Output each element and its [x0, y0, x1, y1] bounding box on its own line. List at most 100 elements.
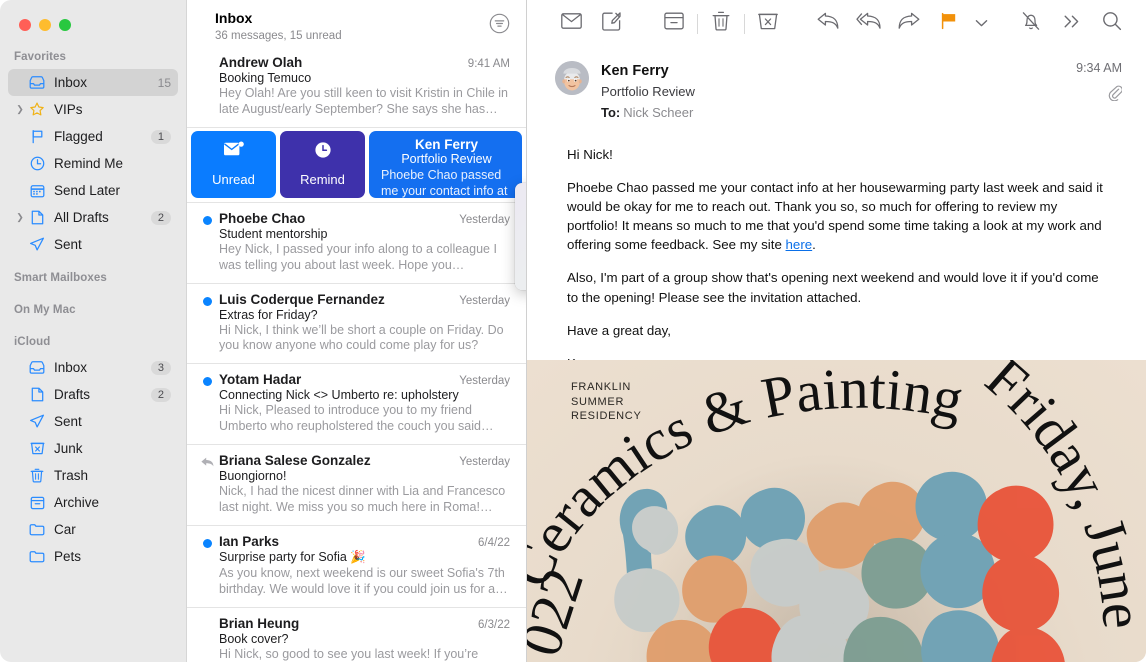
sidebar-item-flagged[interactable]: Flagged 1 — [8, 123, 178, 150]
sidebar-item-label: Sent — [54, 237, 82, 252]
swipe-action-label: Unread — [212, 172, 255, 188]
chevron-right-icon[interactable]: ❯ — [14, 213, 26, 222]
message-subject: Extras for Friday? — [219, 307, 318, 322]
forward-button[interactable] — [889, 9, 929, 39]
folder-icon — [27, 550, 47, 563]
list-item[interactable]: Luis Coderque Fernandez Yesterday Extras… — [187, 284, 526, 365]
sidebar-item-sent[interactable]: Sent — [8, 231, 178, 258]
message-list-pane: Inbox 36 messages, 15 unread Andrew Olah… — [186, 0, 527, 662]
delete-button[interactable] — [701, 9, 741, 39]
list-item[interactable]: Ian Parks 6/4/22 Surprise party for Sofi… — [187, 526, 526, 608]
sidebar-item-inbox[interactable]: Inbox 15 — [8, 69, 178, 96]
sidebar-item-label: Pets — [54, 549, 82, 564]
message-date: 9:41 AM — [467, 58, 510, 70]
swipe-action-unread[interactable]: Unread — [191, 130, 276, 198]
swipe-action-remind[interactable]: Remind — [280, 130, 365, 198]
list-item[interactable]: Brian Heung 6/3/22 Book cover? Hi Nick, … — [187, 608, 526, 662]
toolbar — [527, 0, 1146, 47]
trash-icon — [712, 11, 730, 36]
list-item-swiped[interactable]: Unread Remind Ken Ferry Portfolio Review… — [187, 128, 526, 203]
sidebar-item-label: Send Later — [54, 183, 121, 198]
sidebar-item-label: VIPs — [54, 102, 83, 117]
sidebar-item-pets[interactable]: Pets — [8, 543, 178, 570]
sidebar-item-car[interactable]: Car — [8, 516, 178, 543]
sidebar-item-label: Car — [54, 522, 76, 537]
remind-me-context-menu[interactable]: Remind me in 1 hour Remind me Tonight Re… — [515, 183, 526, 290]
compose-button[interactable] — [591, 9, 631, 39]
minimize-button[interactable] — [39, 19, 51, 31]
flag-button[interactable] — [929, 9, 969, 39]
chevron-down-icon — [975, 15, 988, 33]
filter-icon[interactable] — [489, 13, 510, 39]
zoom-button[interactable] — [59, 19, 71, 31]
sidebar-item-count: 2 — [150, 387, 171, 402]
message-date: 6/3/22 — [478, 618, 510, 631]
message-date: 6/4/22 — [478, 536, 510, 549]
flag-menu-button[interactable] — [969, 9, 993, 39]
sidebar-item-icloud-inbox[interactable]: Inbox 3 — [8, 354, 178, 381]
message-preview: As you know, next weekend is our sweet S… — [219, 565, 508, 596]
menu-item-remind-tomorrow[interactable]: Remind me Tomorrow — [515, 236, 526, 260]
list-item[interactable]: Yotam Hadar Yesterday Connecting Nick <>… — [187, 364, 526, 445]
traffic-lights — [0, 0, 186, 46]
unread-indicator — [203, 215, 212, 225]
message-subject: Booking Temuco — [219, 71, 312, 85]
sidebar-item-vips[interactable]: ❯ VIPs — [8, 96, 178, 123]
sidebar: Favorites Inbox 15 ❯ VIPs Flagged 1 Remi… — [0, 0, 186, 662]
reply-button[interactable] — [808, 9, 848, 39]
message-preview: Hi Nick, I think we’ll be short a couple… — [219, 322, 504, 353]
email-time: 9:34 AM — [1076, 61, 1122, 75]
sidebar-item-all-drafts[interactable]: ❯ All Drafts 2 — [8, 204, 178, 231]
message-sender: Ian Parks — [219, 533, 280, 549]
sidebar-item-send-later[interactable]: Send Later — [8, 177, 178, 204]
menu-item-remind-1-hour[interactable]: Remind me in 1 hour — [515, 188, 526, 212]
message-date: Yesterday — [459, 213, 510, 226]
sidebar-item-remind-me[interactable]: Remind Me — [8, 150, 178, 177]
body-greeting: Hi Nick! — [567, 146, 613, 162]
reply-all-button[interactable] — [849, 9, 889, 39]
sidebar-item-label: Inbox — [54, 75, 88, 90]
sidebar-item-icloud-drafts[interactable]: Drafts 2 — [8, 381, 178, 408]
chevron-right-icon[interactable]: ❯ — [14, 105, 26, 114]
document-icon — [27, 210, 47, 225]
sidebar-item-archive[interactable]: Archive — [8, 489, 178, 516]
sidebar-item-junk[interactable]: Junk — [8, 435, 178, 462]
junk-icon — [27, 441, 47, 456]
message-subject: Buongiorno! — [219, 469, 287, 483]
junk-button[interactable] — [748, 9, 788, 39]
message-date: Yesterday — [459, 294, 510, 307]
sidebar-item-trash[interactable]: Trash — [8, 462, 178, 489]
more-button[interactable] — [1051, 9, 1091, 39]
archive-button[interactable] — [654, 9, 694, 39]
menu-item-remind-later[interactable]: Remind me Later... — [515, 260, 526, 284]
message-list-header: Inbox 36 messages, 15 unread — [187, 0, 526, 47]
portfolio-site-link[interactable]: here — [786, 237, 813, 252]
list-item-selected[interactable]: Ken Ferry Portfolio Review Phoebe Chao p… — [369, 130, 522, 198]
close-button[interactable] — [19, 19, 31, 31]
sidebar-item-icloud-sent[interactable]: Sent — [8, 408, 178, 435]
reply-all-icon — [856, 12, 881, 35]
list-item[interactable]: Briana Salese Gonzalez Yesterday Buongio… — [187, 445, 526, 526]
body-paragraph-1-text: Phoebe Chao passed me your contact info … — [567, 179, 1103, 253]
search-button[interactable] — [1092, 9, 1132, 39]
avatar[interactable] — [555, 61, 589, 95]
menu-item-remind-tonight[interactable]: Remind me Tonight — [515, 212, 526, 236]
sidebar-item-label: Flagged — [54, 129, 103, 144]
sidebar-item-count: 2 — [150, 210, 171, 225]
sidebar-item-label: Sent — [54, 414, 82, 429]
unread-indicator — [203, 296, 212, 306]
message-subject: Student mentorship — [219, 226, 328, 241]
mark-unread-button[interactable] — [551, 9, 591, 39]
calendar-icon — [27, 184, 47, 198]
mute-button[interactable] — [1011, 9, 1051, 39]
ceramic-letters — [527, 360, 1146, 662]
reply-icon — [817, 12, 839, 35]
paperclip-icon[interactable] — [1076, 85, 1123, 106]
mailbox-message-count: 36 messages, 15 unread — [215, 29, 342, 42]
list-item[interactable]: Phoebe Chao Yesterday Student mentorship… — [187, 203, 526, 284]
sidebar-section-smart-mailboxes: Smart Mailboxes — [14, 272, 107, 284]
list-item[interactable]: Andrew Olah 9:41 AM Booking Temuco Hey O… — [187, 47, 526, 128]
message-date: Yesterday — [459, 456, 510, 468]
to-value: Nick Scheer — [623, 104, 694, 120]
attachment-poster-image[interactable]: FRANKLIN SUMMER RESIDENCY ramics & Paint… — [527, 360, 1146, 662]
